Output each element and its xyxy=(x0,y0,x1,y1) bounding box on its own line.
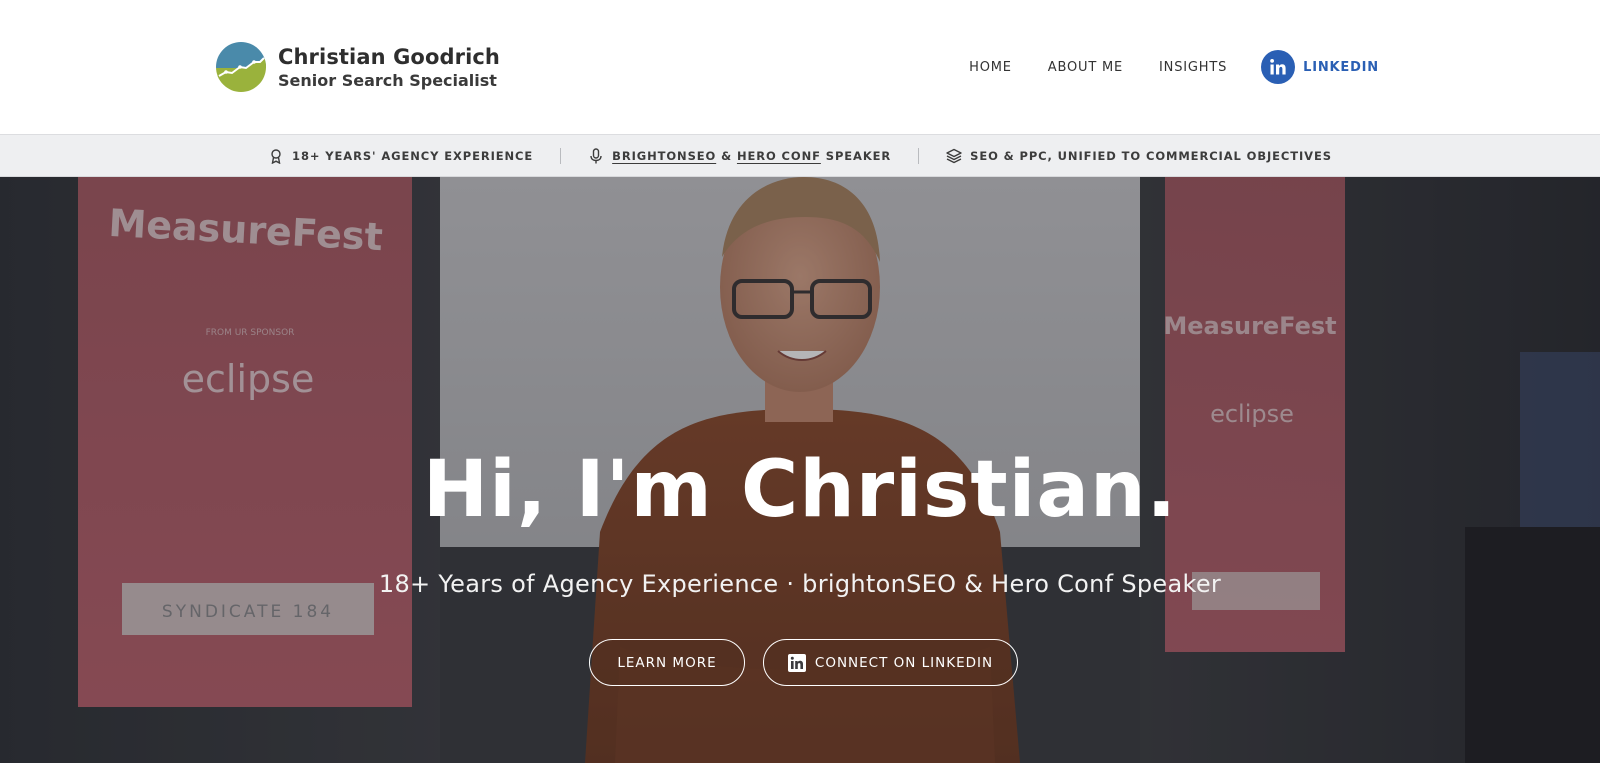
strip-item-experience: 18+ YEARS' AGENCY EXPERIENCE xyxy=(268,148,533,164)
strip-divider xyxy=(918,147,920,164)
award-icon xyxy=(268,148,284,164)
strip-item-seo-ppc: SEO & PPC, UNIFIED TO COMMERCIAL OBJECTI… xyxy=(946,148,1332,164)
microphone-icon xyxy=(588,147,604,164)
connect-linkedin-label: CONNECT ON LINKEDIN xyxy=(814,654,994,671)
hero-title: Hi, I'm Christian. xyxy=(422,445,1178,535)
hero-section: MeasureFest FROM UR SPONSOR eclipse SYND… xyxy=(0,177,1600,763)
learn-more-button[interactable]: LEARN MORE xyxy=(589,639,745,686)
hero-buttons: LEARN MORE CONNECT ON LINKEDIN xyxy=(589,639,1018,686)
brand[interactable]: Christian Goodrich Senior Search Special… xyxy=(216,42,500,92)
linkedin-icon xyxy=(1261,50,1296,84)
brand-subtitle: Senior Search Specialist xyxy=(278,70,497,90)
nav-linkedin[interactable]: LINKEDIN xyxy=(1261,50,1379,84)
nav-about-me[interactable]: ABOUT ME xyxy=(1048,60,1123,75)
strip-divider xyxy=(560,147,562,164)
hero-conf-link[interactable]: HERO CONF xyxy=(737,149,821,163)
strip-amp: & xyxy=(716,148,737,163)
nav-linkedin-label: LINKEDIN xyxy=(1303,59,1379,75)
strip-experience-text: 18+ YEARS' AGENCY EXPERIENCE xyxy=(292,148,534,163)
strip-item-speaker: BRIGHTONSEO & HERO CONF SPEAKER xyxy=(588,147,892,164)
nav-home[interactable]: HOME xyxy=(969,60,1012,75)
layers-icon xyxy=(946,148,962,164)
linkedin-square-icon xyxy=(787,653,806,672)
hero-subtitle: 18+ Years of Agency Experience · brighto… xyxy=(378,570,1222,598)
brand-text: Christian Goodrich Senior Search Special… xyxy=(278,44,500,91)
connect-linkedin-button[interactable]: CONNECT ON LINKEDIN xyxy=(763,639,1018,686)
trend-chart-logo-icon xyxy=(216,42,266,92)
credentials-strip: 18+ YEARS' AGENCY EXPERIENCE BRIGHTONSEO… xyxy=(0,134,1600,177)
main-nav: HOME ABOUT ME INSIGHTS LINKEDIN xyxy=(969,48,1379,86)
nav-insights[interactable]: INSIGHTS xyxy=(1159,60,1227,75)
brightonseo-link[interactable]: BRIGHTONSEO xyxy=(612,149,716,163)
strip-speaker-text: SPEAKER xyxy=(820,148,892,163)
site-header: Christian Goodrich Senior Search Special… xyxy=(0,0,1600,134)
strip-seo-ppc-text: SEO & PPC, UNIFIED TO COMMERCIAL OBJECTI… xyxy=(970,148,1332,163)
brand-name: Christian Goodrich xyxy=(278,44,500,69)
